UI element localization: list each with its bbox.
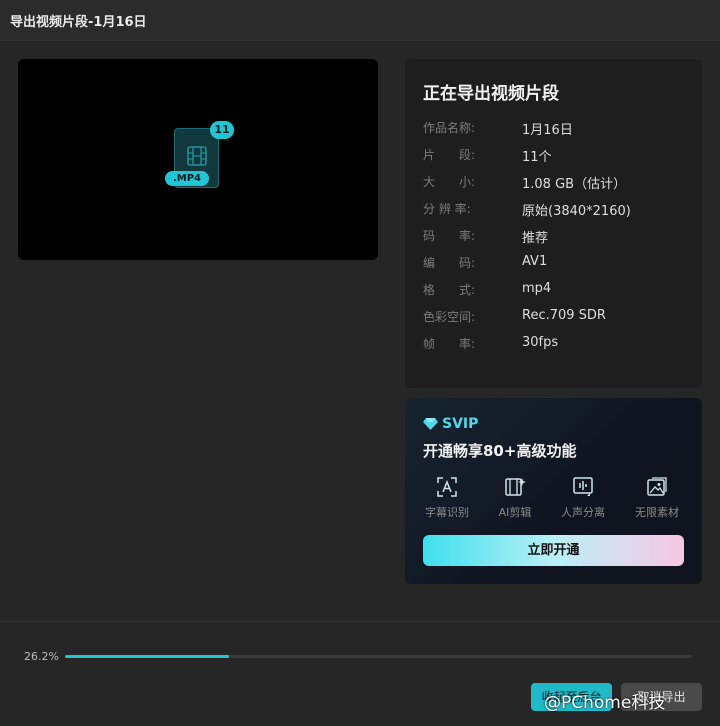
minimize-to-background-button[interactable]: 收起至后台 (531, 683, 612, 711)
video-preview: 11 .MP4 (18, 59, 378, 260)
info-value: 原始(3840*2160) (522, 204, 631, 219)
info-value: 推荐 (522, 231, 549, 246)
progress-percent: 26.2% (24, 650, 59, 663)
unlimited-assets-icon (647, 477, 667, 496)
cancel-export-button[interactable]: 取消导出 (621, 683, 702, 711)
info-label: 片 段: (423, 148, 476, 162)
info-value: 11个 (522, 150, 552, 165)
feature-ai-edit[interactable]: AI剪辑 (485, 476, 545, 520)
diamond-icon (423, 418, 438, 430)
feature-label: 无限素材 (635, 506, 679, 519)
feature-label: 字幕识别 (425, 506, 469, 519)
info-row-format: 格 式: mp4 (423, 281, 693, 301)
info-row-frame-rate: 帧 率: 30fps (423, 335, 693, 355)
feature-voice-separation[interactable]: 人声分离 (553, 476, 613, 520)
export-info-panel: 正在导出视频片段 作品名称: 1月16日 片 段: 11个 大 小: 1.08 … (405, 59, 702, 388)
export-progress-bar (65, 655, 692, 658)
info-value: AV1 (522, 254, 548, 269)
info-label: 帧 率: (423, 337, 476, 351)
info-label: 作品名称: (423, 121, 476, 135)
info-label: 色彩空间: (423, 310, 476, 324)
info-label: 格 式: (423, 283, 476, 297)
info-value: 30fps (522, 335, 559, 350)
info-value: Rec.709 SDR (522, 308, 606, 323)
info-label: 编 码: (423, 256, 476, 270)
info-label: 分 辨 率: (423, 202, 471, 216)
info-row-codec: 编 码: AV1 (423, 254, 693, 274)
progress-fill (65, 655, 230, 658)
export-status-title: 正在导出视频片段 (423, 84, 559, 104)
clip-count-badge: 11 (210, 121, 234, 139)
file-extension-badge: .MP4 (165, 171, 209, 186)
ai-edit-icon (505, 478, 526, 496)
feature-label: AI剪辑 (498, 506, 532, 519)
activate-svip-button[interactable]: 立即开通 (423, 535, 684, 566)
info-value: mp4 (522, 281, 552, 296)
info-row-clips: 片 段: 11个 (423, 146, 693, 166)
feature-unlimited-assets[interactable]: 无限素材 (627, 476, 687, 520)
window-title: 导出视频片段-1月16日 (10, 15, 147, 30)
footer-divider (0, 621, 720, 622)
svip-tag-text: SVIP (442, 416, 479, 432)
info-row-bitrate: 码 率: 推荐 (423, 227, 693, 247)
info-label: 大 小: (423, 175, 476, 189)
info-row-size: 大 小: 1.08 GB（估计） (423, 173, 693, 193)
film-icon (187, 146, 207, 166)
info-value: 1月16日 (522, 123, 573, 138)
info-row-resolution: 分 辨 率: 原始(3840*2160) (423, 200, 693, 220)
svip-promo-panel: SVIP 开通畅享80+高级功能 字幕识别 AI剪辑 人声分离 无限素材 立即开… (405, 398, 702, 584)
info-row-color-space: 色彩空间: Rec.709 SDR (423, 308, 693, 328)
svip-tag: SVIP (423, 416, 478, 432)
feature-label: 人声分离 (561, 506, 605, 519)
info-row-name: 作品名称: 1月16日 (423, 119, 693, 139)
subtitle-recognition-icon (437, 477, 457, 497)
voice-separation-icon (573, 477, 593, 496)
info-label: 码 率: (423, 229, 476, 243)
title-bar: 导出视频片段-1月16日 (0, 0, 720, 41)
svip-headline: 开通畅享80+高级功能 (423, 442, 577, 460)
info-value: 1.08 GB（估计） (522, 177, 627, 192)
feature-subtitle-recognition[interactable]: 字幕识别 (417, 476, 477, 520)
